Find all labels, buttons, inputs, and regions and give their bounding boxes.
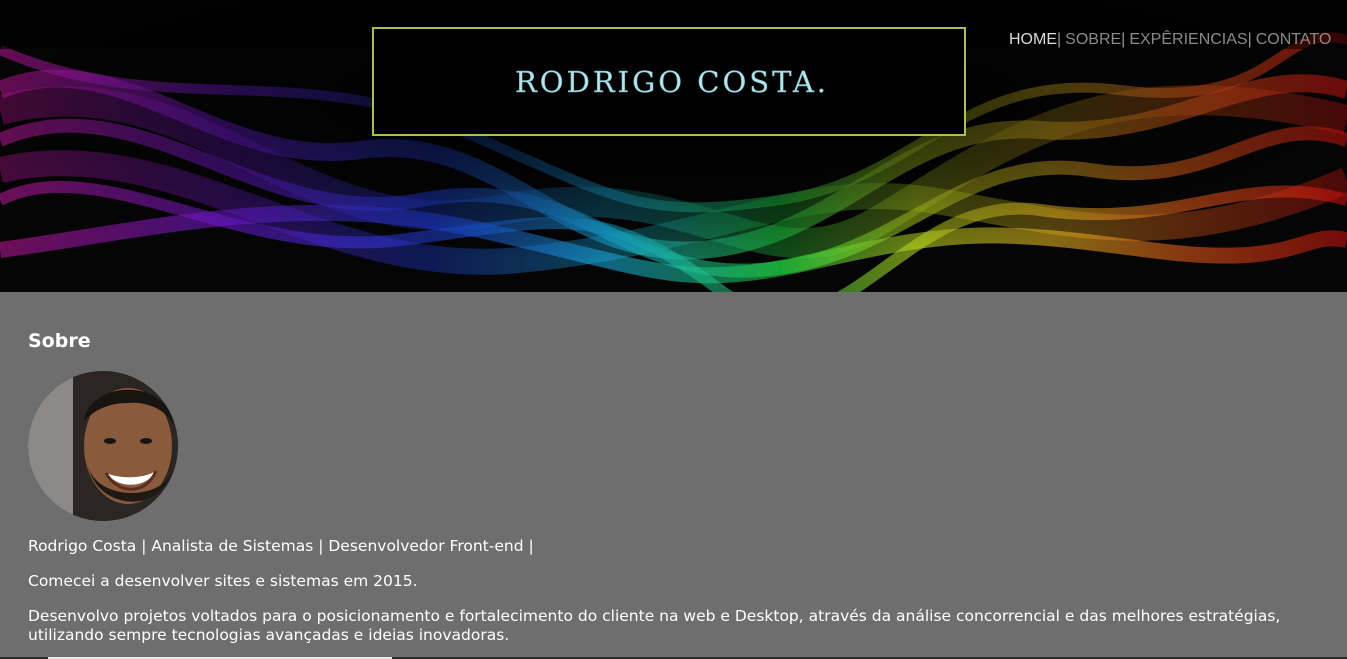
profile-avatar (28, 371, 178, 521)
nav-separator: | (1247, 31, 1252, 48)
about-start-year: Comecei a desenvolver sites e sistemas e… (28, 572, 418, 590)
nav-link-sobre[interactable]: SOBRE (1065, 31, 1121, 48)
about-headline: Rodrigo Costa | Analista de Sistemas | D… (28, 537, 534, 555)
logo-box: RODRIGO COSTA. (372, 27, 966, 136)
site-logo-text: RODRIGO COSTA. (514, 64, 830, 99)
profile-photo-icon (28, 371, 178, 521)
nav-link-experiencias[interactable]: EXPÊRIENCIAS (1129, 31, 1247, 48)
section-title: Sobre (28, 330, 91, 352)
about-description: Desenvolvo projetos voltados para o posi… (28, 607, 1281, 644)
nav-link-contato[interactable]: CONTATO (1256, 31, 1332, 48)
nav-link-home[interactable]: HOME (1009, 31, 1057, 48)
nav-separator: | (1121, 31, 1126, 48)
hero-banner: RODRIGO COSTA. HOME| SOBRE| EXPÊRIENCIAS| C… (0, 0, 1347, 292)
main-nav: HOME| SOBRE| EXPÊRIENCIAS| CONTATO (1009, 31, 1331, 49)
nav-separator: | (1057, 31, 1062, 48)
